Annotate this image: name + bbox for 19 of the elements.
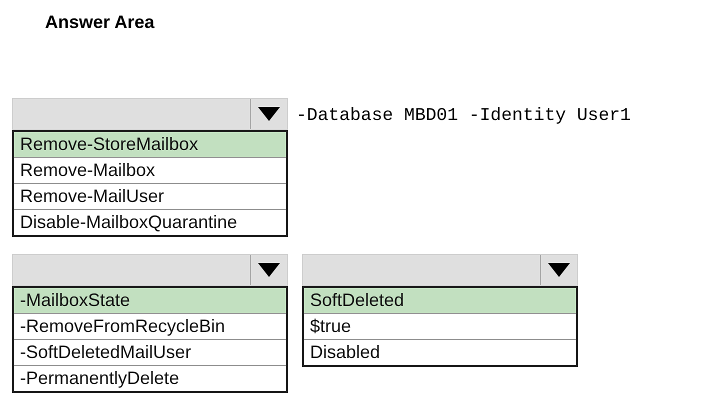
command-text: -Database MBD01 -Identity User1: [296, 106, 631, 126]
caret-icon: [548, 263, 570, 277]
dropdown-option[interactable]: -RemoveFromRecycleBin: [14, 313, 286, 339]
dropdown-option[interactable]: Remove-MailUser: [14, 183, 286, 209]
dropdown-select[interactable]: [12, 254, 288, 286]
dropdown-option[interactable]: Disable-MailboxQuarantine: [14, 209, 286, 235]
dropdown-option[interactable]: Disabled: [304, 339, 576, 365]
caret-icon: [258, 263, 280, 277]
dropdown-option[interactable]: SoftDeleted: [304, 288, 576, 313]
dropdown-option[interactable]: Remove-Mailbox: [14, 157, 286, 183]
dropdown-select[interactable]: [12, 98, 288, 130]
dropdown-option[interactable]: -PermanentlyDelete: [14, 365, 286, 391]
answer-area-heading: Answer Area: [45, 12, 156, 34]
dropdown-option[interactable]: -SoftDeletedMailUser: [14, 339, 286, 365]
dropdown-option[interactable]: $true: [304, 313, 576, 339]
dropdown-select[interactable]: [302, 254, 578, 286]
dropdown-option[interactable]: -MailboxState: [14, 288, 286, 313]
dropdown-option[interactable]: Remove-StoreMailbox: [14, 132, 286, 157]
caret-icon: [258, 107, 280, 121]
